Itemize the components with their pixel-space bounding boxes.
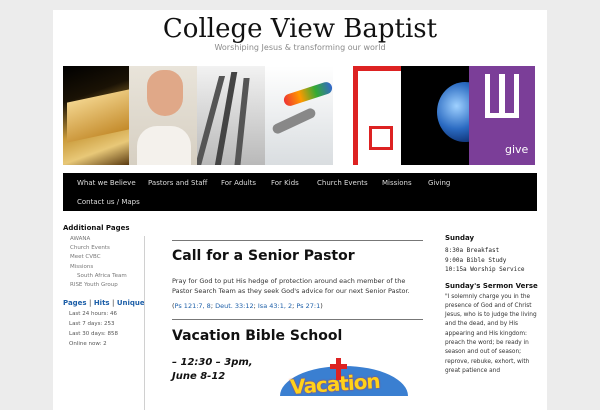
red-square bbox=[369, 126, 393, 150]
nav-for-adults[interactable]: For Adults bbox=[221, 179, 256, 187]
schedule-item: 9:00a Bible Study bbox=[445, 256, 507, 264]
sidebar-divider bbox=[144, 236, 145, 410]
right-sidebar: Sunday 8:30a Breakfast 9:00a Bible Study… bbox=[445, 234, 541, 376]
nav-what-we-believe[interactable]: What we Believe bbox=[77, 179, 136, 187]
post-title-vbs[interactable]: Vacation Bible School bbox=[172, 328, 423, 344]
pastor-shirt bbox=[137, 126, 191, 165]
post-divider bbox=[172, 319, 423, 320]
gift-ribbon bbox=[499, 74, 505, 118]
sermon-verse-heading: Sunday's Sermon Verse bbox=[445, 281, 538, 290]
pastor-photo bbox=[129, 66, 197, 165]
stat-last-7-days: Last 7 days: 253 bbox=[69, 321, 115, 328]
post-divider bbox=[172, 240, 423, 241]
page-link-rise-youth-group[interactable]: RISE Youth Group bbox=[70, 281, 163, 290]
sunday-schedule: 8:30a Breakfast 9:00a Bible Study 10:15a… bbox=[445, 246, 541, 275]
earth-globe bbox=[437, 82, 469, 142]
ref-link-ps-27[interactable]: Ps 27:1 bbox=[296, 302, 320, 310]
refs-close-paren: ) bbox=[320, 302, 323, 310]
page-link-missions[interactable]: Missions bbox=[70, 263, 163, 272]
shadow-figure bbox=[234, 78, 250, 165]
stats-pages-link[interactable]: Pages bbox=[63, 299, 87, 307]
left-sidebar: Additional Pages AWANA Church Events Mee… bbox=[63, 224, 163, 349]
painted-hand bbox=[282, 80, 333, 108]
page-link-church-events[interactable]: Church Events bbox=[70, 244, 163, 253]
red-shapes-image bbox=[333, 66, 401, 165]
ref-link-isa-43[interactable]: Isa 43:1, 2 bbox=[258, 302, 292, 310]
scripture-references: (Ps 121:7, 8; Deut. 33:12; Isa 43:1, 2; … bbox=[172, 302, 423, 310]
post-title-senior-pastor[interactable]: Call for a Senior Pastor bbox=[172, 248, 423, 264]
give-label: give bbox=[505, 143, 529, 156]
main-content: Call for a Senior Pastor Pray for God to… bbox=[172, 240, 423, 396]
ref-link-deut-33[interactable]: Deut. 33:12 bbox=[215, 302, 254, 310]
red-frame bbox=[353, 66, 401, 165]
stats-hits-link[interactable]: Hits bbox=[94, 299, 110, 307]
stats-list: Last 24 hours: 46 Last 7 days: 253 Last … bbox=[63, 309, 163, 349]
give-image[interactable]: give bbox=[469, 66, 535, 165]
cross-icon bbox=[336, 358, 341, 380]
earth-image bbox=[401, 66, 469, 165]
pastor-face bbox=[147, 70, 183, 116]
sunday-heading: Sunday bbox=[445, 234, 475, 242]
shadows-image bbox=[197, 66, 265, 165]
page-link-south-africa-team[interactable]: South Africa Team bbox=[77, 272, 163, 281]
page-link-awana[interactable]: AWANA bbox=[70, 235, 163, 244]
bible-image bbox=[63, 66, 129, 165]
nav-giving[interactable]: Giving bbox=[428, 179, 450, 187]
sermon-verse-text: "I solemnly charge you in the presence o… bbox=[445, 293, 537, 374]
additional-pages-list: AWANA Church Events Meet CVBC Missions S… bbox=[63, 235, 163, 290]
stats-header: Pages | Hits | Unique bbox=[63, 299, 163, 307]
page-container: College View Baptist Worshiping Jesus & … bbox=[53, 10, 547, 410]
ref-link-ps-121[interactable]: Ps 121:7, 8 bbox=[175, 302, 211, 310]
nav-pastors-and-staff[interactable]: Pastors and Staff bbox=[148, 179, 207, 187]
vbs-image: Vacation bbox=[272, 358, 422, 396]
vbs-details: – 12:30 – 3pm, June 8-12 Vacation bbox=[172, 356, 423, 396]
schedule-item: 10:15a Worship Service bbox=[445, 266, 525, 273]
nav-missions[interactable]: Missions bbox=[382, 179, 412, 187]
additional-pages-heading: Additional Pages bbox=[63, 224, 130, 232]
schedule-item: 8:30a Breakfast bbox=[445, 247, 500, 254]
nav-contact-us-maps[interactable]: Contact us / Maps bbox=[77, 198, 140, 206]
site-tagline: Worshiping Jesus & transforming our worl… bbox=[214, 43, 386, 52]
nav-for-kids[interactable]: For Kids bbox=[271, 179, 299, 187]
header-banner: give bbox=[63, 66, 535, 165]
stat-online-now: Online now: 2 bbox=[69, 341, 107, 348]
page-link-meet-cvbc[interactable]: Meet CVBC bbox=[70, 253, 163, 262]
post-body-senior-pastor: Pray for God to put His hedge of protect… bbox=[172, 277, 410, 295]
site-title[interactable]: College View Baptist bbox=[53, 12, 547, 46]
painted-hands-image bbox=[265, 66, 333, 165]
main-navigation: What we Believe Pastors and Staff For Ad… bbox=[63, 173, 537, 211]
stats-separator: | bbox=[112, 299, 115, 308]
stat-last-24-hours: Last 24 hours: 46 bbox=[69, 311, 118, 318]
bible-pages bbox=[67, 89, 129, 143]
nav-church-events[interactable]: Church Events bbox=[317, 179, 368, 187]
cross-icon-bar bbox=[330, 364, 347, 369]
stat-last-30-days: Last 30 days: 858 bbox=[69, 331, 119, 338]
painted-hand bbox=[271, 106, 317, 136]
stats-separator: | bbox=[89, 299, 92, 308]
stats-unique-link[interactable]: Unique bbox=[117, 299, 145, 307]
